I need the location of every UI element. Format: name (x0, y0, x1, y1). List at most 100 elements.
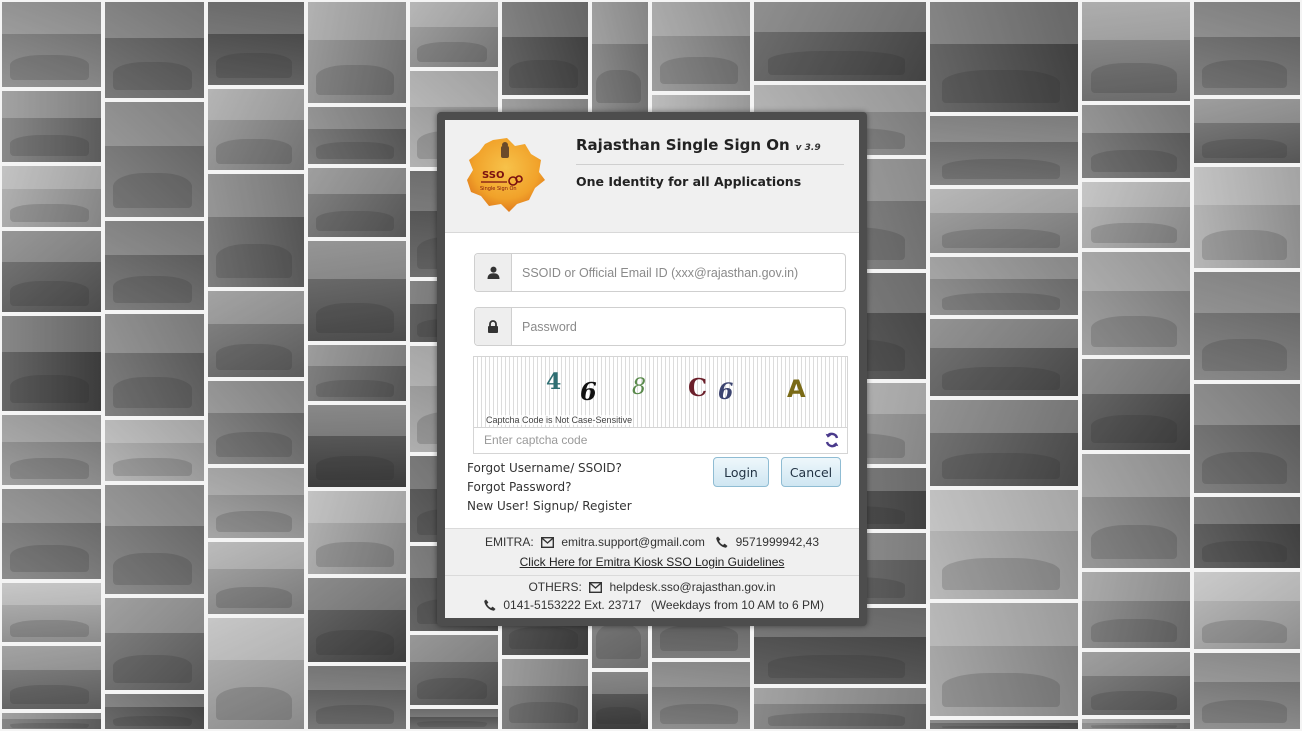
collage-photo (1080, 717, 1192, 731)
collage-photo (928, 187, 1080, 255)
collage-photo (306, 105, 408, 166)
collage-photo (1192, 570, 1302, 651)
password-field (474, 307, 846, 346)
collage-photo (103, 219, 206, 312)
envelope-icon (540, 536, 555, 551)
collage-photo (928, 601, 1080, 718)
collage-photo (103, 418, 206, 483)
collage-photo (928, 398, 1080, 488)
header-divider (576, 164, 844, 165)
collage-photo (928, 718, 1080, 731)
collage-photo (500, 657, 590, 731)
emitra-support-section: EMITRA: emitra.support@gmail.com 9571999… (445, 528, 859, 576)
collage-photo (1080, 0, 1192, 103)
emitra-phone: 9571999942,43 (735, 535, 820, 549)
captcha-char: 4 (546, 369, 562, 395)
logo-sso-text: SSO (482, 170, 504, 181)
login-panel-inner: SSO Single Sign On Rajasthan Single Sign… (445, 120, 859, 618)
collage-photo (103, 483, 206, 596)
collage-photo (206, 0, 306, 87)
collage-photo (1192, 165, 1302, 270)
emitra-label: EMITRA: (484, 535, 534, 549)
refresh-icon[interactable] (824, 432, 840, 452)
collage-photo (103, 692, 206, 731)
forgot-username-link[interactable]: Forgot Username/ SSOID? (467, 461, 622, 475)
collage-photo (306, 576, 408, 664)
app-title-text: Rajasthan Single Sign On (576, 136, 790, 154)
app-tagline: One Identity for all Applications (576, 174, 802, 189)
app-version: v 3.9 (795, 143, 821, 153)
forgot-password-link[interactable]: Forgot Password? (467, 480, 571, 494)
phone-icon (716, 536, 728, 551)
collage-photo (408, 0, 500, 69)
collage-photo (928, 488, 1080, 601)
collage-photo (1080, 452, 1192, 570)
collage-photo (752, 0, 928, 83)
collage-photo (928, 255, 1080, 317)
collage-photo (1192, 270, 1302, 382)
others-phone-row: 0141-5153222 Ext. 23717 (Weekdays from 1… (445, 598, 859, 614)
collage-photo (650, 660, 752, 731)
collage-photo (206, 540, 306, 616)
collage-photo (590, 0, 650, 114)
collage-photo (1192, 495, 1302, 570)
collage-photo (306, 489, 408, 576)
collage-photo (1192, 0, 1302, 97)
emitra-email: emitra.support@gmail.com (561, 535, 705, 549)
collage-photo (408, 707, 500, 731)
collage-photo (0, 581, 103, 644)
captcha-input[interactable] (480, 428, 818, 452)
collage-photo (0, 644, 103, 711)
phone-icon (484, 599, 496, 614)
captcha-char: 6 (718, 379, 734, 405)
password-input[interactable] (512, 308, 842, 345)
login-header: SSO Single Sign On Rajasthan Single Sign… (445, 120, 859, 233)
others-email: helpdesk.sso@rajasthan.gov.in (609, 580, 776, 594)
collage-photo (1192, 97, 1302, 165)
collage-photo (206, 289, 306, 379)
collage-photo (1080, 570, 1192, 650)
collage-photo (0, 229, 103, 314)
collage-photo (1192, 651, 1302, 731)
emitra-contact-row: EMITRA: emitra.support@gmail.com 9571999… (445, 535, 859, 551)
username-input[interactable] (512, 254, 842, 291)
emitra-guidelines-link[interactable]: Click Here for Emitra Kiosk SSO Login Gu… (520, 555, 785, 569)
collage-photo (206, 466, 306, 540)
others-support-section: OTHERS: helpdesk.sso@rajasthan.gov.in 01… (445, 576, 859, 618)
signup-link[interactable]: New User! Signup/ Register (467, 499, 632, 513)
collage-photo (306, 403, 408, 489)
collage-photo (928, 0, 1080, 114)
collage-photo (306, 343, 408, 403)
collage-photo (0, 89, 103, 164)
logo-subtext: Single Sign On (480, 186, 517, 192)
collage-photo (1080, 180, 1192, 250)
others-phone: 0141-5153222 Ext. 23717 (503, 598, 642, 612)
collage-photo (928, 317, 1080, 398)
collage-photo (1080, 103, 1192, 180)
collage-photo (306, 239, 408, 343)
collage-photo (408, 633, 500, 707)
others-contact-row: OTHERS: helpdesk.sso@rajasthan.gov.in (445, 580, 859, 596)
cancel-button[interactable]: Cancel (781, 457, 841, 487)
collage-photo (1080, 250, 1192, 357)
captcha-char: 6 (580, 377, 597, 406)
collage-photo (752, 686, 928, 731)
rajasthan-map-logo: SSO Single Sign On (463, 134, 547, 218)
captcha-char: C (688, 373, 708, 402)
collage-photo (590, 670, 650, 731)
collage-photo (0, 314, 103, 413)
collage-photo (1192, 382, 1302, 495)
user-icon (475, 254, 512, 291)
collage-photo (0, 413, 103, 487)
collage-photo (306, 0, 408, 105)
collage-photo (1080, 357, 1192, 452)
collage-photo (0, 487, 103, 581)
login-panel: SSO Single Sign On Rajasthan Single Sign… (437, 112, 867, 626)
login-button[interactable]: Login (713, 457, 769, 487)
collage-photo (0, 711, 103, 731)
collage-photo (0, 0, 103, 89)
emitra-guidelines-row: Click Here for Emitra Kiosk SSO Login Gu… (445, 555, 859, 569)
collage-photo (0, 164, 103, 229)
captcha-note: Captcha Code is Not Case-Sensitive (486, 415, 633, 425)
collage-photo (1080, 650, 1192, 717)
